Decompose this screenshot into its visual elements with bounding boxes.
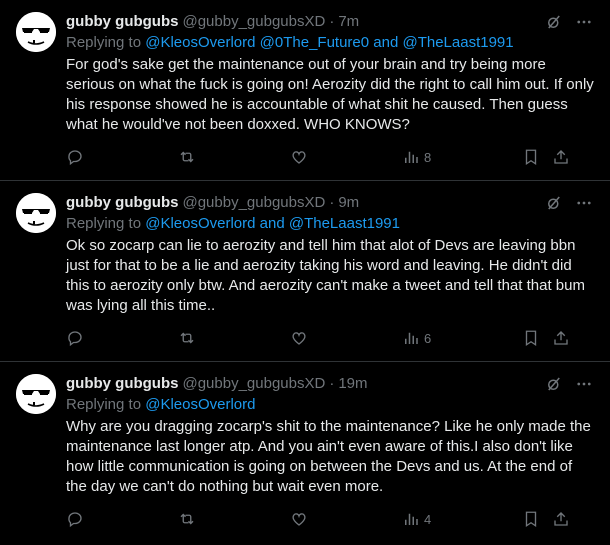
replying-to-label: Replying to xyxy=(66,215,146,232)
views-icon xyxy=(405,151,418,163)
separator-dot: · xyxy=(329,375,335,392)
tweet-actions: 8 xyxy=(66,135,594,179)
separator-dot: · xyxy=(329,13,335,30)
share-button[interactable] xyxy=(552,329,572,347)
share-icon xyxy=(554,512,568,526)
replying-to: Replying to @KleosOverlord @0The_Future0… xyxy=(66,33,594,53)
views-count: 6 xyxy=(424,330,432,346)
more-icon[interactable] xyxy=(574,12,594,32)
avatar-image xyxy=(16,374,56,414)
display-name[interactable]: gubby gubgubs xyxy=(66,12,178,32)
avatar-image xyxy=(16,193,56,233)
display-name[interactable]: gubby gubgubs xyxy=(66,193,178,213)
tweet-content: gubby gubgubs @gubby_gubgubsXD · 7m Repl… xyxy=(66,12,594,180)
tweet-actions: 4 xyxy=(66,497,594,541)
avatar-image xyxy=(16,12,56,52)
timestamp[interactable]: 9m xyxy=(338,193,359,213)
reply-icon xyxy=(68,331,82,347)
tweet-content: gubby gubgubs @gubby_gubgubsXD · 9m Repl… xyxy=(66,193,594,361)
share-icon xyxy=(554,331,568,345)
timestamp[interactable]: 19m xyxy=(338,374,367,394)
bookmark-button[interactable] xyxy=(522,148,552,166)
reply-mentions[interactable]: @KleosOverlord xyxy=(145,396,255,413)
avatar-column xyxy=(16,12,56,180)
tweet-actions: 6 xyxy=(66,316,594,360)
views-button[interactable]: 8 xyxy=(402,148,522,166)
retweet-icon xyxy=(180,513,194,525)
avatar-column xyxy=(16,193,56,361)
bookmark-icon xyxy=(525,511,537,528)
replying-to: Replying to @KleosOverlord and @TheLaast… xyxy=(66,214,594,234)
reply-button[interactable] xyxy=(66,148,178,166)
like-button[interactable] xyxy=(290,510,402,528)
views-button[interactable]: 4 xyxy=(402,510,522,528)
replying-to: Replying to @KleosOverlord xyxy=(66,395,594,415)
reply-button[interactable] xyxy=(66,510,178,528)
views-button[interactable]: 6 xyxy=(402,329,522,347)
retweet-button[interactable] xyxy=(178,329,290,347)
user-handle[interactable]: @gubby_gubgubsXD xyxy=(182,12,325,32)
tweet-header: gubby gubgubs @gubby_gubgubsXD · 9m xyxy=(66,193,594,213)
reply-feed: gubby gubgubs @gubby_gubgubsXD · 7m Repl… xyxy=(0,0,610,545)
like-icon xyxy=(292,513,306,526)
reply-mentions[interactable]: @KleosOverlord @0The_Future0 and @TheLaa… xyxy=(145,34,513,51)
share-button[interactable] xyxy=(552,510,572,528)
more-icon[interactable] xyxy=(574,374,594,394)
grok-icon[interactable] xyxy=(544,374,564,394)
like-button[interactable] xyxy=(290,148,402,166)
tweet-text: Ok so zocarp can lie to aerozity and tel… xyxy=(66,237,585,314)
views-count: 8 xyxy=(424,149,432,165)
retweet-button[interactable] xyxy=(178,510,290,528)
bookmark-icon xyxy=(525,330,537,347)
reply-mentions[interactable]: @KleosOverlord and @TheLaast1991 xyxy=(145,215,400,232)
reply-button[interactable] xyxy=(66,329,178,347)
user-handle[interactable]: @gubby_gubgubsXD xyxy=(182,193,325,213)
avatar[interactable] xyxy=(16,374,56,414)
like-icon xyxy=(292,151,306,164)
bookmark-button[interactable] xyxy=(522,329,552,347)
retweet-button[interactable] xyxy=(178,148,290,166)
grok-icon[interactable] xyxy=(544,193,564,213)
retweet-icon xyxy=(180,151,194,163)
tweet-text: Why are you dragging zocarp's shit to th… xyxy=(66,418,591,495)
tweet-content: gubby gubgubs @gubby_gubgubsXD · 19m Rep… xyxy=(66,374,594,545)
tweet-header: gubby gubgubs @gubby_gubgubsXD · 7m xyxy=(66,12,594,32)
user-handle[interactable]: @gubby_gubgubsXD xyxy=(182,374,325,394)
avatar-column xyxy=(16,374,56,545)
avatar[interactable] xyxy=(16,12,56,52)
like-icon xyxy=(292,332,306,345)
like-button[interactable] xyxy=(290,329,402,347)
replying-to-label: Replying to xyxy=(66,34,146,51)
share-button[interactable] xyxy=(552,148,572,166)
avatar[interactable] xyxy=(16,193,56,233)
timestamp[interactable]: 7m xyxy=(338,12,359,32)
views-icon xyxy=(405,513,418,525)
views-count: 4 xyxy=(424,511,432,527)
tweet-text: For god's sake get the maintenance out o… xyxy=(66,56,594,133)
reply-icon xyxy=(68,150,82,166)
tweet[interactable]: gubby gubgubs @gubby_gubgubsXD · 19m Rep… xyxy=(0,362,610,545)
retweet-icon xyxy=(180,332,194,344)
tweet[interactable]: gubby gubgubs @gubby_gubgubsXD · 9m Repl… xyxy=(0,181,610,362)
share-icon xyxy=(554,150,568,164)
separator-dot: · xyxy=(329,194,335,211)
bookmark-button[interactable] xyxy=(522,510,552,528)
reply-icon xyxy=(68,512,82,528)
tweet[interactable]: gubby gubgubs @gubby_gubgubsXD · 7m Repl… xyxy=(0,0,610,181)
views-icon xyxy=(405,332,418,344)
replying-to-label: Replying to xyxy=(66,396,146,413)
tweet-header: gubby gubgubs @gubby_gubgubsXD · 19m xyxy=(66,374,594,394)
bookmark-icon xyxy=(525,149,537,166)
display-name[interactable]: gubby gubgubs xyxy=(66,374,178,394)
grok-icon[interactable] xyxy=(544,12,564,32)
more-icon[interactable] xyxy=(574,193,594,213)
